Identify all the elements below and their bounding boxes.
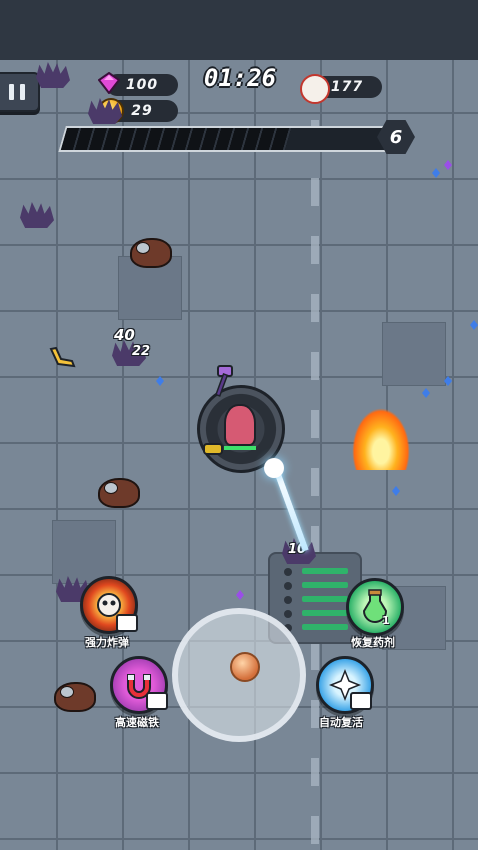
skill-magnet-label: 高速磁铁 <box>115 716 159 729</box>
coin-count: 29 <box>131 103 153 119</box>
level-number: 6 <box>389 126 403 148</box>
potion-count-badge: 1 <box>382 614 390 627</box>
video-ad-icon <box>350 692 372 710</box>
pink-gem-icon <box>98 72 120 94</box>
experience-bar <box>58 126 400 152</box>
damage-number: 22 <box>132 344 151 359</box>
boomerang-icon <box>49 346 76 368</box>
laser-source-orb <box>264 458 284 478</box>
skill-revive-label: 自动复活 <box>319 716 363 729</box>
floor-tile <box>382 322 446 386</box>
pause-button[interactable] <box>0 72 40 112</box>
player-character <box>224 404 256 446</box>
video-ad-icon <box>116 614 138 632</box>
armored-boar-enemy <box>54 682 96 712</box>
skill-bomb-label: 强力炸弹 <box>85 636 129 649</box>
top-status-bar <box>0 0 478 66</box>
damage-number: 40 <box>114 326 135 344</box>
potion-icon <box>362 589 388 623</box>
floor-tile <box>52 520 116 584</box>
kill-count: 177 <box>330 79 364 95</box>
orbiting-hammer-icon <box>215 365 233 397</box>
gem-count: 100 <box>125 77 159 93</box>
game-timer: 01:26 <box>203 64 277 92</box>
orbiting-drill-icon <box>203 443 223 455</box>
armored-boar-enemy <box>98 478 140 508</box>
skill-potion-button[interactable] <box>346 578 404 636</box>
armored-boar-enemy <box>130 238 172 268</box>
road-lane-markings <box>311 120 319 850</box>
video-ad-icon <box>146 692 168 710</box>
joystick-knob[interactable] <box>230 652 260 682</box>
skull-target-icon <box>300 74 330 104</box>
experience-bar-fill <box>60 128 292 150</box>
skill-potion-label: 恢复药剂 <box>351 636 395 649</box>
pause-icon <box>9 84 14 100</box>
fire-hazard <box>352 408 410 470</box>
player-health-bar <box>224 446 256 450</box>
